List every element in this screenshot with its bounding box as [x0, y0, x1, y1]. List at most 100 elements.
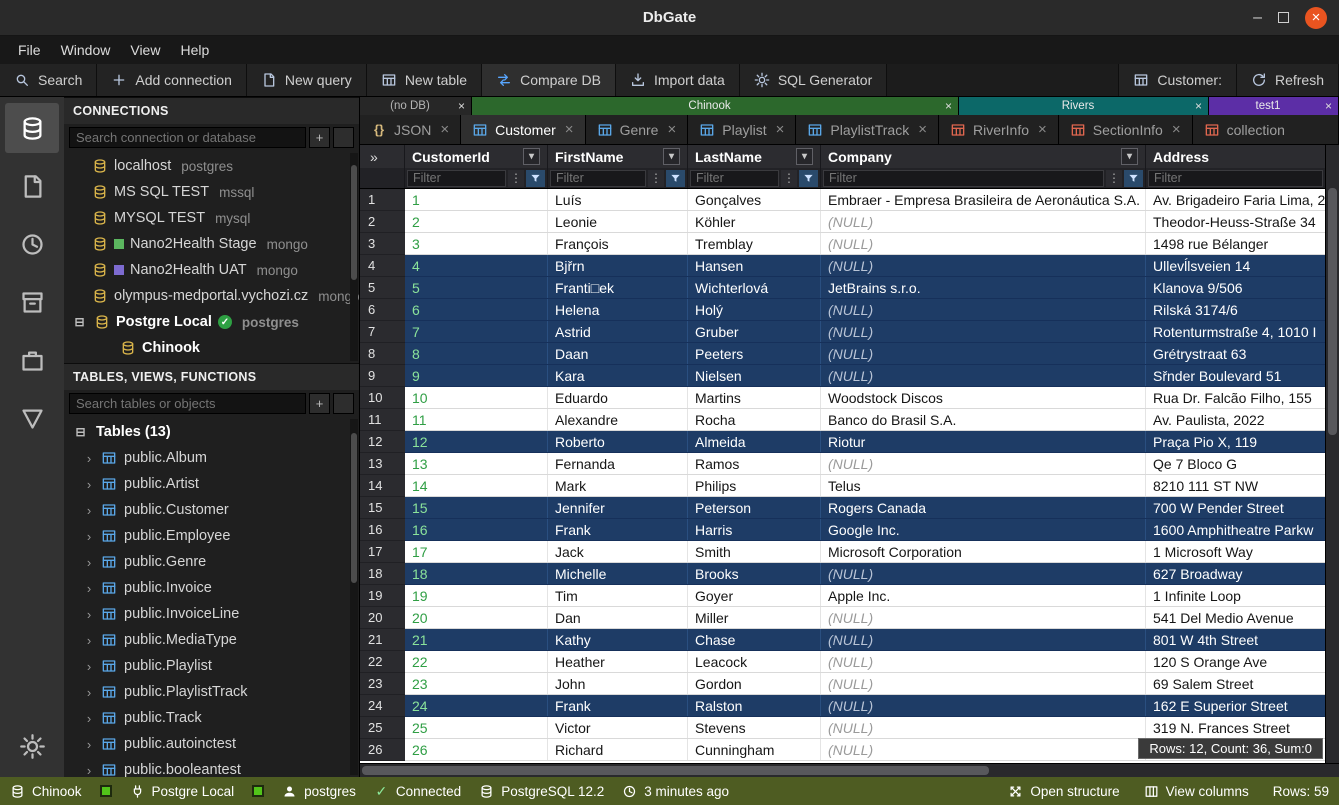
toolbar-compare-db-button[interactable]: Compare DB: [482, 64, 616, 96]
cell-customerid[interactable]: 10: [405, 387, 548, 408]
tables-scrollbar[interactable]: [350, 419, 358, 775]
table-row[interactable]: 66HelenaHolý(NULL)Rilská 3174/6: [360, 299, 1339, 321]
row-number[interactable]: 6: [360, 299, 405, 321]
table-item-public-track[interactable]: ›public.Track: [64, 705, 359, 731]
cell-customerid[interactable]: 5: [405, 277, 548, 298]
status-open-structure[interactable]: Open structure: [1008, 784, 1119, 799]
close-icon[interactable]: ×: [1195, 99, 1202, 113]
filter-menu-icon[interactable]: ⋮: [508, 170, 524, 187]
cell-address[interactable]: Av. Brigadeiro Faria Lima, 2: [1146, 189, 1326, 210]
cell-address[interactable]: 1 Infinite Loop: [1146, 585, 1326, 606]
tab-sectioninfo[interactable]: SectionInfo×: [1059, 115, 1193, 144]
cell-customerid[interactable]: 11: [405, 409, 548, 430]
table-row[interactable]: 1010EduardoMartinsWoodstock DiscosRua Dr…: [360, 387, 1339, 409]
collapse-icon[interactable]: ⊟: [74, 425, 87, 439]
cell-lastname[interactable]: Tremblay: [688, 233, 821, 254]
cell-lastname[interactable]: Smith: [688, 541, 821, 562]
cell-firstname[interactable]: Fernanda: [548, 453, 688, 474]
row-number[interactable]: 15: [360, 497, 405, 519]
cell-lastname[interactable]: Almeida: [688, 431, 821, 452]
row-number[interactable]: 22: [360, 651, 405, 673]
cell-company[interactable]: (NULL): [821, 673, 1146, 694]
expand-columns-icon[interactable]: »: [360, 145, 405, 168]
cell-company[interactable]: (NULL): [821, 321, 1146, 342]
row-number[interactable]: 4: [360, 255, 405, 277]
collapse-icon[interactable]: ⊟: [73, 315, 86, 329]
cell-lastname[interactable]: Rocha: [688, 409, 821, 430]
cell-firstname[interactable]: Alexandre: [548, 409, 688, 430]
menu-file[interactable]: File: [8, 38, 51, 62]
funnel-icon[interactable]: [526, 170, 545, 187]
table-item-public-album[interactable]: ›public.Album: [64, 445, 359, 471]
cell-company[interactable]: (NULL): [821, 717, 1146, 738]
table-item-public-playlisttrack[interactable]: ›public.PlaylistTrack: [64, 679, 359, 705]
table-item-public-mediatype[interactable]: ›public.MediaType: [64, 627, 359, 653]
table-row[interactable]: 2424FrankRalston(NULL)162 E Superior Str…: [360, 695, 1339, 717]
cell-company[interactable]: (NULL): [821, 299, 1146, 320]
cell-lastname[interactable]: Nielsen: [688, 365, 821, 386]
cell-company[interactable]: Telus: [821, 475, 1146, 496]
cell-customerid[interactable]: 1: [405, 189, 548, 210]
connection-item-nano2health-stage[interactable]: Nano2Health Stagemongo: [64, 231, 359, 257]
toolbar-refresh-button[interactable]: Refresh: [1237, 64, 1339, 96]
row-number[interactable]: 9: [360, 365, 405, 387]
cell-company[interactable]: (NULL): [821, 629, 1146, 650]
close-icon[interactable]: ×: [918, 121, 927, 138]
scroll-thumb[interactable]: [362, 766, 989, 775]
connection-item-localhost[interactable]: localhostpostgres: [64, 153, 359, 179]
scroll-thumb[interactable]: [351, 433, 357, 583]
add-icon[interactable]: +: [309, 127, 330, 148]
row-number[interactable]: 16: [360, 519, 405, 541]
close-icon[interactable]: ×: [1305, 7, 1327, 29]
table-item-public-booleantest[interactable]: ›public.booleantest: [64, 757, 359, 777]
cell-firstname[interactable]: Mark: [548, 475, 688, 496]
chevron-right-icon[interactable]: ›: [84, 451, 94, 466]
cell-customerid[interactable]: 13: [405, 453, 548, 474]
cell-address[interactable]: Av. Paulista, 2022: [1146, 409, 1326, 430]
table-item-public-invoice[interactable]: ›public.Invoice: [64, 575, 359, 601]
row-number[interactable]: 8: [360, 343, 405, 365]
cell-address[interactable]: 627 Broadway: [1146, 563, 1326, 584]
cell-lastname[interactable]: Miller: [688, 607, 821, 628]
toolbar-import-data-button[interactable]: Import data: [616, 64, 740, 96]
close-icon[interactable]: ×: [667, 121, 676, 138]
menu-window[interactable]: Window: [51, 38, 121, 62]
table-item-public-customer[interactable]: ›public.Customer: [64, 497, 359, 523]
cell-company[interactable]: (NULL): [821, 255, 1146, 276]
status-rows-59[interactable]: Rows: 59: [1273, 784, 1329, 799]
table-row[interactable]: 2323JohnGordon(NULL)69 Salem Street: [360, 673, 1339, 695]
cell-company[interactable]: (NULL): [821, 453, 1146, 474]
chevron-down-icon[interactable]: ▾: [1121, 148, 1138, 165]
cell-company[interactable]: (NULL): [821, 695, 1146, 716]
cell-address[interactable]: Grétrystraat 63: [1146, 343, 1326, 364]
cell-company[interactable]: Embraer - Empresa Brasileira de Aeronáut…: [821, 189, 1146, 210]
db-tab-chinook[interactable]: Chinook×: [472, 97, 959, 115]
funnel-icon[interactable]: [799, 170, 818, 187]
tab-customer[interactable]: Customer×: [461, 115, 585, 144]
cell-customerid[interactable]: 19: [405, 585, 548, 606]
status-postgres[interactable]: postgres: [282, 784, 356, 799]
refresh-icon[interactable]: [333, 393, 354, 414]
cell-lastname[interactable]: Harris: [688, 519, 821, 540]
cell-address[interactable]: Qe 7 Bloco G: [1146, 453, 1326, 474]
table-item-public-autoinctest[interactable]: ›public.autoinctest: [64, 731, 359, 757]
cell-lastname[interactable]: Brooks: [688, 563, 821, 584]
connection-item-postgre-local[interactable]: ⊟Postgre Local✓postgres: [64, 309, 359, 335]
cell-lastname[interactable]: Goyer: [688, 585, 821, 606]
connection-item-mysql-test[interactable]: MYSQL TESTmysql: [64, 205, 359, 231]
table-row[interactable]: 1919TimGoyerApple Inc.1 Infinite Loop: [360, 585, 1339, 607]
cell-address[interactable]: 801 W 4th Street: [1146, 629, 1326, 650]
chevron-right-icon[interactable]: ›: [84, 607, 94, 622]
cell-firstname[interactable]: Frank: [548, 695, 688, 716]
cell-company[interactable]: (NULL): [821, 651, 1146, 672]
row-number[interactable]: 19: [360, 585, 405, 607]
connections-search-input[interactable]: [69, 127, 306, 148]
cell-address[interactable]: 1498 rue Bélanger: [1146, 233, 1326, 254]
table-row[interactable]: 33FrançoisTremblay(NULL)1498 rue Bélange…: [360, 233, 1339, 255]
chevron-right-icon[interactable]: ›: [84, 659, 94, 674]
cell-address[interactable]: Rua Dr. Falcão Filho, 155: [1146, 387, 1326, 408]
table-item-public-genre[interactable]: ›public.Genre: [64, 549, 359, 575]
row-number[interactable]: 25: [360, 717, 405, 739]
table-row[interactable]: 2525VictorStevens(NULL)319 N. Frances St…: [360, 717, 1339, 739]
row-number[interactable]: 14: [360, 475, 405, 497]
